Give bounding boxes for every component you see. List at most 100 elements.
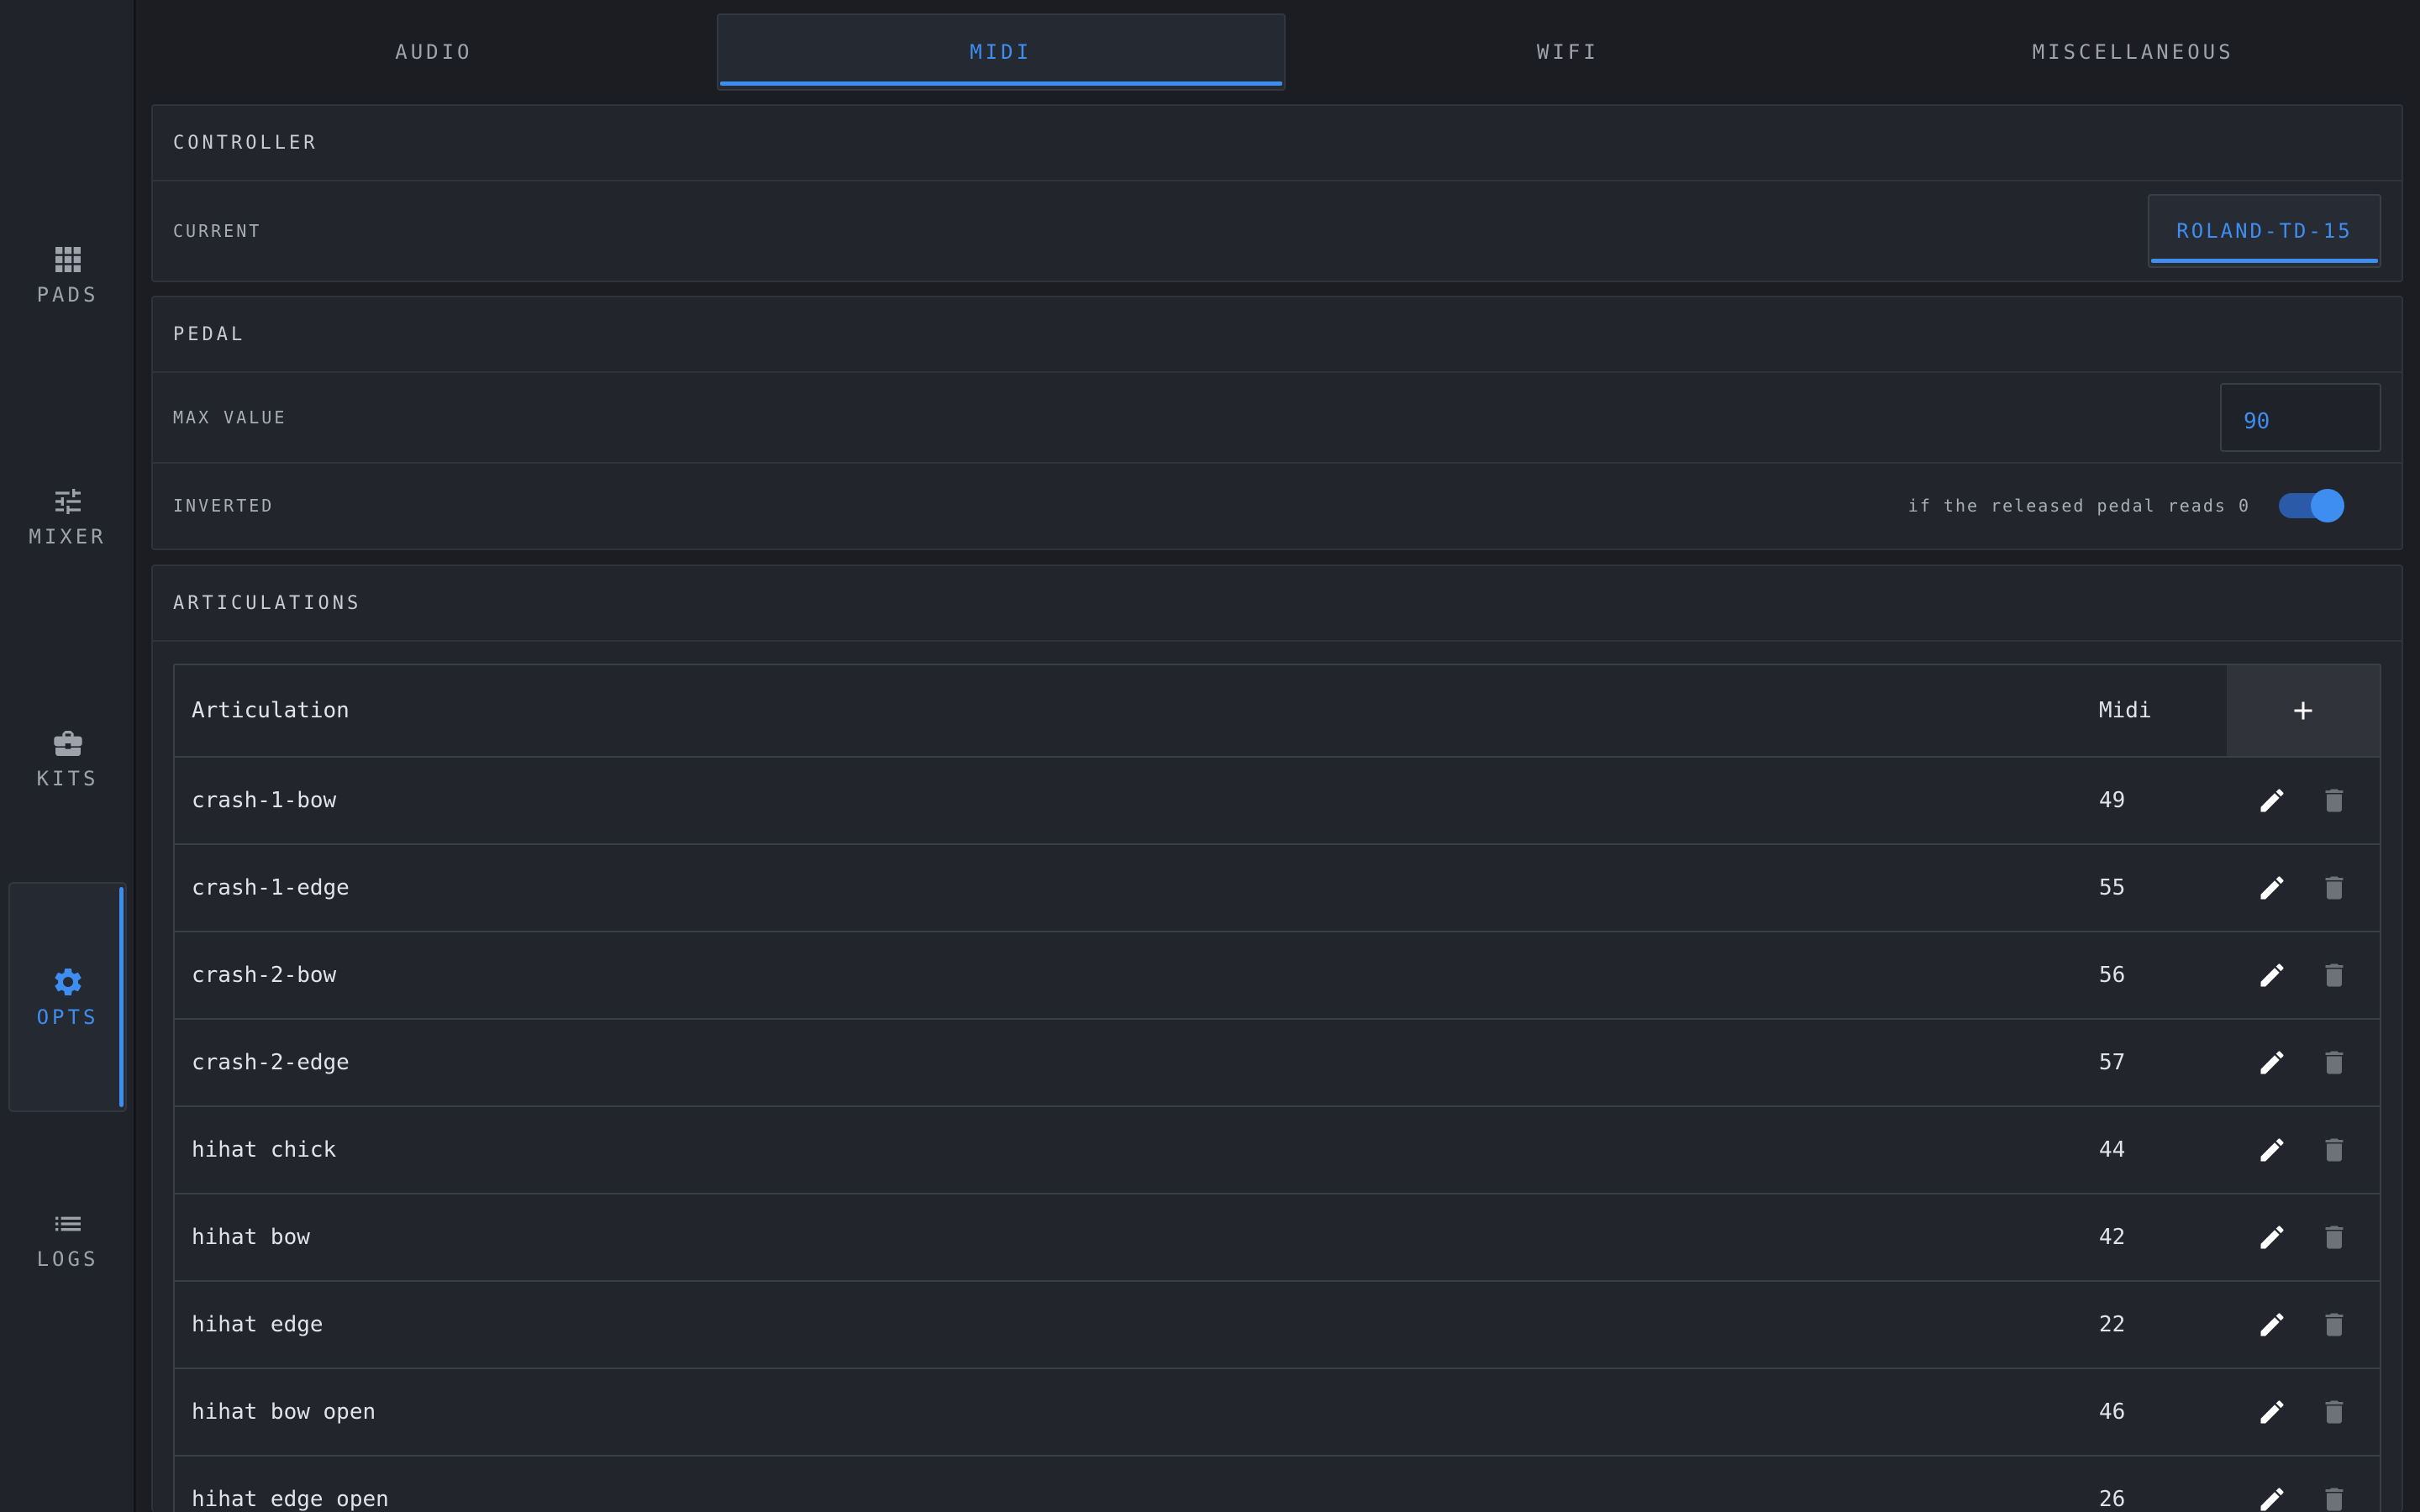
sidebar-item-label: PADS: [36, 283, 99, 307]
sidebar-item-kits[interactable]: KITS: [8, 643, 127, 874]
table-row: hihat edge 22: [175, 1282, 2380, 1369]
sliders-icon: [55, 489, 81, 514]
tab-audio[interactable]: AUDIO: [151, 13, 717, 91]
articulation-name: crash-2-edge: [192, 1050, 350, 1075]
controller-select-button[interactable]: ROLAND-TD-15: [2148, 194, 2381, 268]
edit-icon[interactable]: [2257, 960, 2287, 990]
main-content: AUDIO MIDI WIFI MISCELLANEOUS CONTROLLER…: [139, 0, 2420, 1512]
delete-icon[interactable]: [2319, 1135, 2349, 1165]
row-actions: [2227, 1484, 2380, 1512]
toggle-knob: [2311, 488, 2344, 522]
tab-wifi[interactable]: WIFI: [1286, 13, 1851, 91]
delete-icon[interactable]: [2319, 1310, 2349, 1340]
pedal-section: PEDAL MAX VALUE INVERTED if the released…: [151, 296, 2403, 550]
tab-midi[interactable]: MIDI: [716, 13, 1286, 91]
edit-icon[interactable]: [2257, 873, 2287, 903]
sidebar: PADS MIXER KITS OPTS LOGS: [0, 0, 136, 1512]
edit-icon[interactable]: [2257, 1047, 2287, 1078]
sidebar-item-label: MIXER: [29, 525, 107, 549]
articulation-name: hihat edge: [192, 1312, 324, 1337]
tab-miscellaneous[interactable]: MISCELLANEOUS: [1850, 13, 2416, 91]
table-row: crash-2-bow 56: [175, 932, 2380, 1020]
briefcase-icon: [53, 731, 82, 756]
sidebar-item-mixer[interactable]: MIXER: [8, 402, 127, 632]
edit-icon[interactable]: [2257, 1397, 2287, 1427]
section-title: CONTROLLER: [153, 106, 2402, 181]
articulation-midi: 26: [2099, 1487, 2126, 1512]
inverted-label: INVERTED: [173, 495, 275, 516]
sidebar-item-pads[interactable]: PADS: [8, 160, 127, 390]
articulation-midi: 56: [2099, 963, 2126, 988]
articulation-midi: 42: [2099, 1225, 2126, 1250]
table-row: hihat chick 44: [175, 1107, 2380, 1194]
controller-section: CONTROLLER CURRENT ROLAND-TD-15: [151, 104, 2403, 282]
articulation-name: crash-1-edge: [192, 875, 350, 900]
column-header-midi: Midi: [2099, 698, 2152, 723]
articulation-name: hihat chick: [192, 1137, 337, 1163]
sidebar-item-label: LOGS: [36, 1247, 99, 1271]
pedal-inverted-row: INVERTED if the released pedal reads 0: [153, 462, 2402, 547]
delete-icon[interactable]: [2319, 1484, 2349, 1512]
row-actions: [2227, 1135, 2380, 1165]
articulation-midi: 55: [2099, 875, 2126, 900]
articulation-midi: 22: [2099, 1312, 2126, 1337]
table-header: Articulation Midi: [175, 665, 2380, 758]
section-title: PEDAL: [153, 297, 2402, 373]
max-value-label: MAX VALUE: [173, 407, 287, 428]
edit-icon[interactable]: [2257, 1135, 2287, 1165]
edit-icon[interactable]: [2257, 1484, 2287, 1512]
articulations-section: ARTICULATIONS Articulation Midi crash-1-…: [151, 564, 2403, 1512]
section-title: ARTICULATIONS: [153, 566, 2402, 642]
inverted-control: if the released pedal reads 0: [1907, 488, 2344, 522]
grid-icon: [55, 247, 81, 272]
row-actions: [2227, 785, 2380, 816]
articulation-midi: 44: [2099, 1137, 2126, 1163]
articulation-name: hihat bow: [192, 1225, 310, 1250]
delete-icon[interactable]: [2319, 785, 2349, 816]
inverted-hint: if the released pedal reads 0: [1907, 495, 2250, 516]
sidebar-item-label: KITS: [36, 767, 99, 790]
delete-icon[interactable]: [2319, 1397, 2349, 1427]
table-row: crash-1-bow 49: [175, 758, 2380, 845]
table-row: crash-1-edge 55: [175, 845, 2380, 932]
edit-icon[interactable]: [2257, 785, 2287, 816]
table-row: hihat bow 42: [175, 1194, 2380, 1282]
articulations-table: Articulation Midi crash-1-bow 49 crash-1…: [173, 664, 2381, 1512]
row-actions: [2227, 1222, 2380, 1252]
table-body: crash-1-bow 49 crash-1-edge 55 crash-2-b…: [175, 758, 2380, 1512]
delete-icon[interactable]: [2319, 873, 2349, 903]
tab-bar: AUDIO MIDI WIFI MISCELLANEOUS: [151, 13, 2416, 91]
table-row: crash-2-edge 57: [175, 1020, 2380, 1107]
table-row: hihat bow open 46: [175, 1369, 2380, 1457]
articulation-name: hihat bow open: [192, 1399, 376, 1425]
articulation-name: crash-1-bow: [192, 788, 337, 813]
max-value-input[interactable]: [2220, 383, 2381, 452]
edit-icon[interactable]: [2257, 1222, 2287, 1252]
delete-icon[interactable]: [2319, 1222, 2349, 1252]
table-row: hihat edge open 26: [175, 1457, 2380, 1512]
inverted-toggle[interactable]: [2279, 488, 2344, 522]
pedal-max-row: MAX VALUE: [153, 373, 2402, 462]
sidebar-item-opts[interactable]: OPTS: [8, 882, 127, 1112]
row-actions: [2227, 1310, 2380, 1340]
gear-icon: [54, 969, 82, 995]
delete-icon[interactable]: [2319, 960, 2349, 990]
articulation-midi: 49: [2099, 788, 2126, 813]
row-actions: [2227, 1047, 2380, 1078]
add-articulation-button[interactable]: [2227, 665, 2380, 756]
row-actions: [2227, 960, 2380, 990]
row-actions: [2227, 1397, 2380, 1427]
row-actions: [2227, 873, 2380, 903]
delete-icon[interactable]: [2319, 1047, 2349, 1078]
articulation-midi: 46: [2099, 1399, 2126, 1425]
articulation-name: crash-2-bow: [192, 963, 337, 988]
sidebar-item-logs[interactable]: LOGS: [8, 1124, 127, 1354]
articulation-name: hihat edge open: [192, 1487, 389, 1512]
controller-current-row: CURRENT ROLAND-TD-15: [153, 181, 2402, 281]
edit-icon[interactable]: [2257, 1310, 2287, 1340]
sidebar-item-label: OPTS: [36, 1005, 99, 1029]
current-label: CURRENT: [173, 221, 262, 241]
list-icon: [55, 1216, 81, 1231]
column-header-articulation: Articulation: [192, 698, 350, 723]
plus-icon: [2294, 701, 2312, 720]
